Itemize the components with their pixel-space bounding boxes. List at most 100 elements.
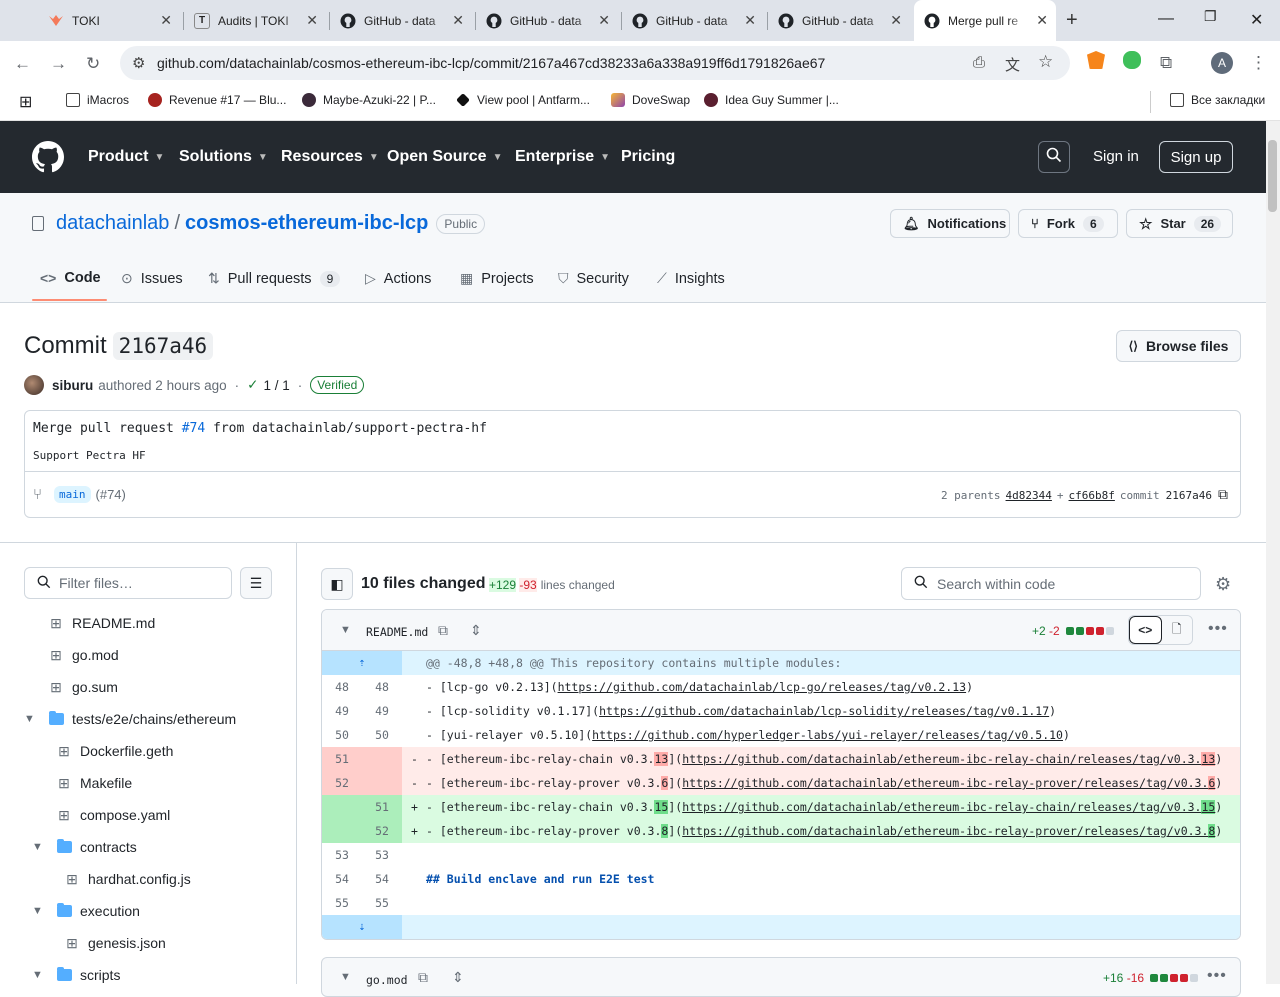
new-line-number[interactable]: 48	[362, 680, 402, 694]
bookmark-item[interactable]: View pool | Antfarm...	[456, 93, 590, 107]
new-line-number[interactable]: 51	[362, 800, 402, 814]
more-options-icon[interactable]: •••	[1207, 967, 1227, 985]
chevron-down-icon[interactable]: ▼	[340, 624, 351, 636]
close-icon[interactable]: ✕	[890, 12, 902, 29]
old-line-number[interactable]: 52	[322, 776, 362, 790]
install-app-icon[interactable]: ⎙	[973, 54, 985, 71]
parent-sha-link[interactable]: cf66b8f	[1069, 489, 1115, 502]
tree-folder[interactable]: ▼ contracts	[32, 831, 137, 863]
tree-folder[interactable]: ▼ scripts	[32, 959, 120, 991]
nav-pricing[interactable]: Pricing	[621, 148, 675, 166]
nav-product[interactable]: Product ▼	[88, 148, 164, 166]
extension-icon[interactable]	[1123, 51, 1141, 69]
branch-pr-link[interactable]: (#74)	[96, 487, 126, 502]
filter-files-input[interactable]: Filter files…	[24, 567, 232, 599]
new-line-number[interactable]: 54	[362, 872, 402, 886]
file-name[interactable]: go.mod	[366, 973, 408, 987]
browser-tab-active[interactable]: Merge pull re ✕	[914, 0, 1056, 41]
old-line-number[interactable]: 51	[322, 752, 362, 766]
pr-link[interactable]: #74	[182, 421, 205, 436]
code-link[interactable]: https://github.com/datachainlab/ethereum…	[682, 800, 1216, 814]
rich-diff-button[interactable]: 🗋︎	[1161, 616, 1192, 644]
scrollbar-thumb[interactable]	[1268, 140, 1277, 212]
close-icon[interactable]: ✕	[1036, 12, 1048, 29]
parent-sha-link[interactable]: 4d82344	[1006, 489, 1052, 502]
copy-icon[interactable]: ⧉	[418, 969, 428, 986]
tree-file[interactable]: ⊞ go.sum	[48, 671, 118, 703]
search-code-input[interactable]: Search within code	[901, 567, 1201, 600]
code-link[interactable]: https://github.com/datachainlab/ethereum…	[682, 752, 1216, 766]
sign-in-link[interactable]: Sign in	[1093, 148, 1139, 165]
filter-settings-button[interactable]: ☰	[240, 567, 272, 599]
sign-up-button[interactable]: Sign up	[1159, 141, 1233, 173]
forward-arrow-icon[interactable]: →	[50, 54, 67, 74]
code-link[interactable]: https://github.com/datachainlab/ethereum…	[682, 824, 1216, 838]
bookmark-star-icon[interactable]: ☆	[1038, 52, 1053, 72]
new-line-number[interactable]: 50	[362, 728, 402, 742]
address-bar[interactable]: ⚙ github.com/datachainlab/cosmos-ethereu…	[120, 46, 1070, 80]
expand-up-icon[interactable]: ⇡	[322, 651, 402, 675]
new-tab-button[interactable]: +	[1066, 9, 1078, 32]
menu-kebab-icon[interactable]: ⋮	[1250, 53, 1267, 73]
site-info-icon[interactable]: ⚙	[132, 54, 145, 72]
old-line-number[interactable]: 54	[322, 872, 362, 886]
extensions-puzzle-icon[interactable]: ⧉	[1160, 53, 1172, 73]
github-logo-icon[interactable]	[32, 141, 64, 178]
tree-file[interactable]: ⊞ hardhat.config.js	[64, 863, 191, 895]
new-line-number[interactable]: 49	[362, 704, 402, 718]
old-line-number[interactable]: 48	[322, 680, 362, 694]
tab-insights[interactable]: ⟋ Insights	[657, 270, 725, 287]
fork-button[interactable]: ⑂ Fork 6	[1018, 209, 1118, 238]
close-icon[interactable]: ✕	[744, 12, 756, 29]
all-bookmarks[interactable]: Все закладки	[1170, 93, 1265, 107]
close-window-button[interactable]: ✕	[1250, 10, 1263, 30]
code-link[interactable]: https://github.com/datachainlab/lcp-soli…	[599, 704, 1049, 718]
tab-actions[interactable]: ▷ Actions	[365, 270, 431, 287]
tree-file[interactable]: ⊞ README.md	[48, 607, 155, 639]
bookmark-item[interactable]: Idea Guy Summer |...	[704, 93, 839, 107]
nav-resources[interactable]: Resources ▼	[281, 148, 379, 166]
browser-tab-github[interactable]: GitHub - data ✕	[330, 7, 472, 34]
tree-folder[interactable]: ▼ execution	[32, 895, 140, 927]
old-line-number[interactable]: 50	[322, 728, 362, 742]
close-icon[interactable]: ✕	[160, 12, 172, 29]
copy-icon[interactable]: ⧉	[1218, 487, 1228, 503]
browser-tab-audits[interactable]: T Audits | TOKI ✕	[184, 7, 326, 34]
copy-icon[interactable]: ⧉	[438, 622, 448, 639]
code-link[interactable]: https://github.com/datachainlab/ethereum…	[682, 776, 1216, 790]
metamask-icon[interactable]	[1087, 51, 1105, 69]
bookmark-folder[interactable]: iMacros	[66, 93, 129, 107]
old-line-number[interactable]: 53	[322, 848, 362, 862]
avatar[interactable]	[24, 375, 44, 395]
back-arrow-icon[interactable]: ←	[14, 54, 31, 74]
translate-icon[interactable]: 文	[1005, 54, 1020, 75]
reload-icon[interactable]: ↻	[86, 54, 100, 74]
old-line-number[interactable]: 55	[322, 896, 362, 910]
old-line-number[interactable]: 49	[322, 704, 362, 718]
browser-tab-github[interactable]: GitHub - data ✕	[622, 7, 764, 34]
author-link[interactable]: siburu	[52, 378, 93, 393]
chevron-down-icon[interactable]: ▼	[340, 971, 351, 983]
tree-folder[interactable]: ▼ tests/e2e/chains/ethereum	[24, 703, 236, 735]
expand-all-icon[interactable]: ⇕	[452, 969, 464, 986]
bookmark-item[interactable]: Maybe-Azuki-22 | P...	[302, 93, 436, 107]
new-line-number[interactable]: 53	[362, 848, 402, 862]
browser-tab-github[interactable]: GitHub - data ✕	[476, 7, 618, 34]
gear-icon[interactable]: ⚙	[1215, 574, 1231, 595]
bookmark-item[interactable]: DoveSwap	[611, 93, 690, 107]
close-icon[interactable]: ✕	[306, 12, 318, 29]
branch-label[interactable]: main	[54, 486, 91, 503]
star-button[interactable]: ☆ Star 26	[1126, 209, 1233, 238]
expand-all-icon[interactable]: ⇕	[470, 622, 482, 639]
code-link[interactable]: https://github.com/hyperledger-labs/yui-…	[592, 728, 1063, 742]
repo-owner-link[interactable]: datachainlab	[56, 212, 169, 235]
more-options-icon[interactable]: •••	[1208, 620, 1228, 638]
nav-open-source[interactable]: Open Source ▼	[387, 148, 502, 166]
page-scrollbar[interactable]	[1266, 121, 1280, 984]
file-name[interactable]: README.md	[366, 625, 428, 639]
tab-issues[interactable]: ⊙ Issues	[121, 270, 183, 287]
tree-file[interactable]: ⊞ compose.yaml	[56, 799, 170, 831]
new-line-number[interactable]: 55	[362, 896, 402, 910]
tree-file[interactable]: ⊞ Dockerfile.geth	[56, 735, 173, 767]
tab-pull-requests[interactable]: ⇅ Pull requests 9	[208, 270, 341, 287]
